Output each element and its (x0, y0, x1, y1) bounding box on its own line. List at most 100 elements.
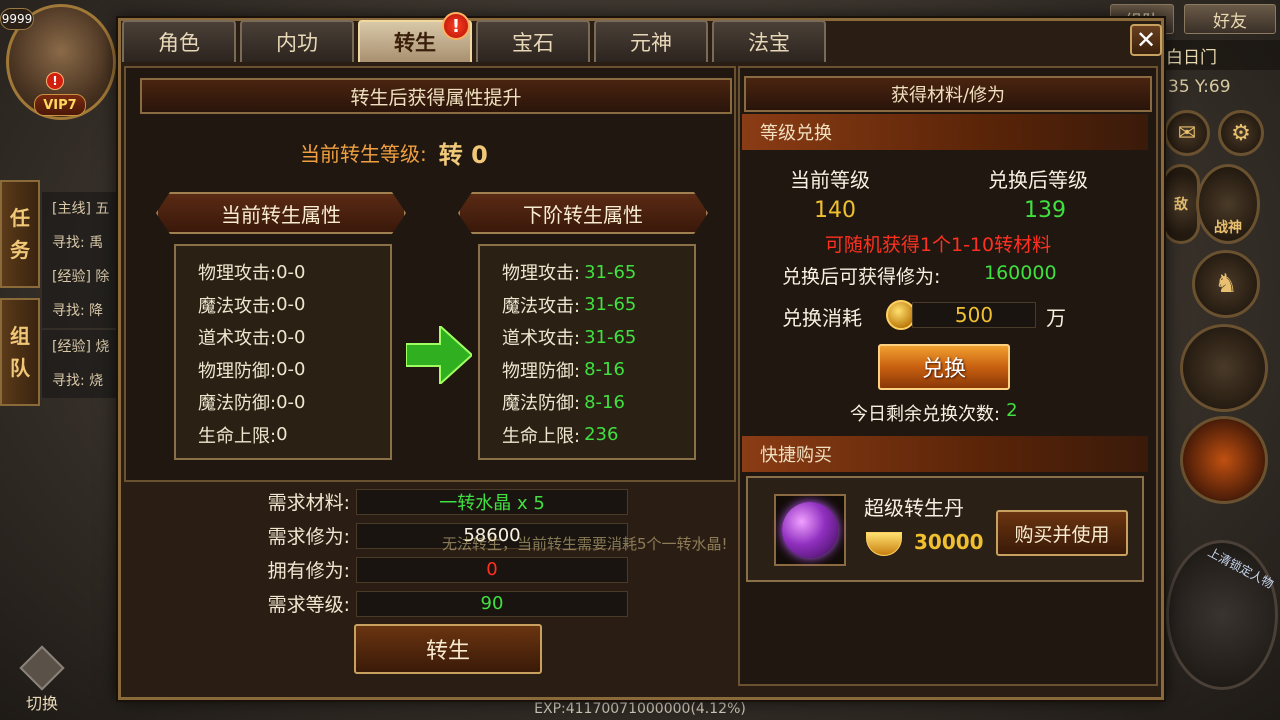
attr-row: 物理防御: 0-0 (198, 354, 390, 387)
switch-button[interactable]: 切换 (14, 645, 70, 714)
exchange-header: 获得材料/修为 (744, 76, 1152, 112)
attr-row: 魔法防御: 8-16 (502, 386, 694, 419)
attr-label: 道术攻击: (502, 328, 581, 350)
remaining-value: 2 (1006, 400, 1018, 421)
tab-spirit[interactable]: 元神 (594, 20, 708, 62)
switch-label: 切换 (25, 694, 58, 713)
requirement-row: 需求等级: 90 (240, 590, 628, 617)
map-coordinates: 35 Y:69 (1168, 77, 1231, 97)
current-attr-box: 物理攻击: 0-0 魔法攻击: 0-0 道术攻击: 0-0 物理防御: 0-0 魔法防御… (174, 244, 392, 460)
tab-gem[interactable]: 宝石 (476, 20, 590, 62)
player-level-badge: 9999 (0, 8, 34, 30)
vip-badge[interactable]: VIP7 (34, 94, 86, 116)
attr-label: 物理防御: (198, 360, 277, 382)
attr-row: 魔法防御: 0-0 (198, 386, 390, 419)
close-button[interactable]: ✕ (1130, 24, 1162, 56)
rebirth-attr-header: 转生后获得属性提升 (140, 78, 732, 114)
after-level-label: 兑换后等级 (988, 168, 1088, 192)
current-rebirth-level: 当前转生等级: 转 0 (300, 134, 488, 170)
map-location: 白日门 (1160, 40, 1280, 70)
attr-row: 物理攻击: 0-0 (198, 256, 390, 289)
attr-value: 8-16 (584, 359, 625, 381)
attr-label: 魔法攻击: (198, 295, 277, 317)
attr-value: 31-65 (584, 294, 637, 316)
rebirth-button[interactable]: 转生 (354, 624, 542, 674)
quest-line[interactable]: 寻找: 降 (42, 294, 122, 328)
remaining-exchanges: 今日剩余兑换次数: 2 (850, 400, 1018, 426)
arrow-right-icon (406, 326, 472, 384)
tab-character[interactable]: 角色 (122, 20, 236, 62)
attr-value: 31-65 (584, 261, 637, 283)
attr-label: 道术攻击: (198, 328, 277, 350)
item-price: 30000 (914, 530, 984, 554)
attr-value: 0-0 (276, 391, 306, 413)
attr-label: 物理攻击: (198, 263, 277, 285)
requirement-value: 90 (356, 590, 628, 617)
after-level-value: 139 (1024, 198, 1066, 223)
current-attr-title: 当前转生属性 (156, 192, 406, 234)
attr-label: 物理防御: (502, 360, 581, 382)
side-tab-quest[interactable]: 任 务 (0, 180, 40, 288)
quest-line[interactable]: [主线] 五 (42, 192, 122, 226)
requirement-label: 需求等级: (267, 594, 350, 616)
switch-diamond-icon (19, 645, 65, 691)
attr-value: 0-0 (276, 261, 306, 283)
exchange-button[interactable]: 兑换 (878, 344, 1010, 390)
war-god-label: 战神 (1214, 220, 1242, 236)
attr-value: 0-0 (276, 326, 306, 348)
current-level-label: 当前等级 (790, 168, 870, 192)
attr-value: 236 (584, 424, 619, 446)
quest-line[interactable]: [经验] 烧 (42, 330, 122, 364)
quest-line[interactable]: [经验] 除 (42, 260, 122, 294)
attr-label: 物理攻击: (502, 263, 581, 285)
cost-value: 500 (912, 302, 1036, 328)
attr-label: 生命上限: (502, 425, 581, 447)
tab-treasure[interactable]: 法宝 (712, 20, 826, 62)
enemy-icon[interactable]: 敌 (1162, 164, 1200, 244)
current-rebirth-level-label: 当前转生等级: (300, 141, 427, 166)
item-name: 超级转生丹 (864, 496, 964, 520)
requirement-label: 拥有修为: (267, 560, 350, 582)
cultivation-value: 160000 (984, 262, 1057, 284)
next-attr-title: 下阶转生属性 (458, 192, 708, 234)
war-god-icon[interactable]: 战神 (1196, 164, 1260, 244)
side-tab-team-label-top: 组 (10, 324, 30, 348)
mail-icon[interactable]: ✉ (1164, 110, 1210, 156)
quest-line[interactable]: 寻找: 禹 (42, 226, 122, 260)
attr-row: 道术攻击: 31-65 (502, 321, 694, 354)
quest-line[interactable]: 寻找: 烧 (42, 364, 122, 398)
tab-inner-power[interactable]: 内功 (240, 20, 354, 62)
side-tab-quest-label-top: 任 (10, 206, 30, 230)
attr-label: 魔法防御: (502, 393, 581, 415)
mount-horse-icon[interactable]: ♞ (1192, 250, 1260, 318)
side-tab-quest-label-bottom: 务 (10, 238, 30, 262)
exp-readout: EXP:41170071000000(4.12%) (534, 701, 746, 717)
attr-row: 生命上限: 0 (198, 419, 390, 452)
rebirth-tab-alert-icon: ! (442, 12, 470, 40)
random-material-hint: 可随机获得1个1-10转材料 (824, 234, 1052, 256)
attr-label: 魔法攻击: (502, 295, 581, 317)
cost-unit: 万 (1046, 306, 1066, 330)
current-level-value: 140 (814, 198, 856, 223)
attr-label: 魔法防御: (198, 393, 277, 415)
settings-gear-icon[interactable]: ⚙ (1218, 110, 1264, 156)
friends-button[interactable]: 好友 (1184, 4, 1276, 34)
buy-and-use-button[interactable]: 购买并使用 (996, 510, 1128, 556)
attr-row: 物理攻击: 31-65 (502, 256, 694, 289)
requirement-row: 拥有修为: 0 (240, 556, 628, 583)
item-slot[interactable] (774, 494, 846, 566)
level-exchange-section: 等级兑换 (742, 114, 1148, 150)
side-tab-team[interactable]: 组 队 (0, 298, 40, 406)
requirement-label: 需求修为: (267, 526, 350, 548)
requirement-value: 一转水晶 x 5 (356, 488, 628, 515)
rebirth-warning: 无法转生，当前转生需要消耗5个一转水晶! (442, 535, 728, 553)
rebirth-pill-icon (782, 502, 838, 558)
avatar-alert-icon: ! (46, 72, 64, 90)
requirement-label: 需求材料: (267, 492, 350, 514)
attr-row: 道术攻击: 0-0 (198, 321, 390, 354)
skill-slot-icon[interactable] (1180, 324, 1268, 412)
attr-label: 生命上限: (198, 425, 277, 447)
cost-label: 兑换消耗 (782, 306, 862, 330)
remaining-label: 今日剩余兑换次数: (850, 404, 1001, 425)
fire-skill-icon[interactable] (1180, 416, 1268, 504)
